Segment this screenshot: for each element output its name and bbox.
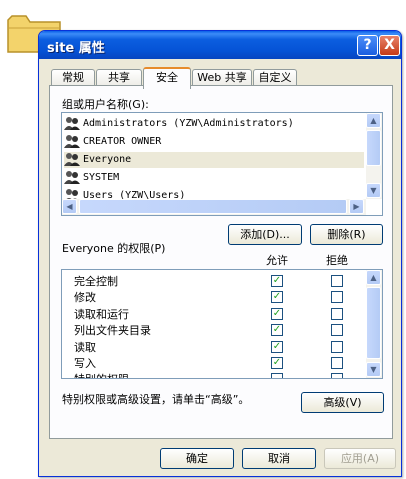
properties-dialog: site 属性 ? X 常规 共享 安全 Web 共享 自定义 组或用户名称(G… bbox=[38, 30, 402, 477]
list-item-label: CREATOR OWNER bbox=[83, 136, 162, 147]
remove-button[interactable]: 删除(R) bbox=[310, 224, 383, 245]
cancel-button[interactable]: 取消 bbox=[242, 448, 316, 469]
allow-checkbox[interactable]: ✓ bbox=[271, 308, 283, 320]
allow-checkbox[interactable] bbox=[271, 373, 283, 378]
scroll-right-arrow-icon[interactable]: ▶ bbox=[349, 199, 364, 214]
allow-checkbox[interactable]: ✓ bbox=[271, 291, 283, 303]
deny-checkbox[interactable] bbox=[331, 291, 343, 303]
permissions-scrollbar[interactable]: ▲ ▼ bbox=[366, 270, 382, 378]
scroll-down-arrow-icon[interactable]: ▼ bbox=[366, 362, 381, 377]
apply-button[interactable]: 应用(A) bbox=[324, 448, 396, 469]
ok-button[interactable]: 确定 bbox=[160, 448, 234, 469]
permissions-title: Everyone 的权限(P) bbox=[62, 242, 166, 255]
allow-checkbox[interactable]: ✓ bbox=[271, 357, 283, 369]
deny-checkbox[interactable] bbox=[331, 341, 343, 353]
users-horizontal-scrollbar[interactable]: ◀ ▶ bbox=[62, 199, 366, 215]
deny-header: 拒绝 bbox=[326, 254, 348, 267]
help-button[interactable]: ? bbox=[357, 35, 378, 56]
title-bar[interactable]: site 属性 ? X bbox=[39, 31, 401, 59]
permissions-list: 完全控制 修改 读取和运行 列出文件夹目录 读取 写入 特别的权限 ✓ ✓ ✓ … bbox=[61, 269, 383, 379]
allow-checkbox[interactable]: ✓ bbox=[271, 275, 283, 287]
deny-checkbox[interactable] bbox=[331, 275, 343, 287]
tab-security[interactable]: 安全 bbox=[143, 67, 191, 89]
scroll-left-arrow-icon[interactable]: ◀ bbox=[62, 199, 77, 214]
list-item-label: Everyone bbox=[83, 154, 132, 165]
user-group-icon bbox=[64, 135, 80, 148]
scroll-up-arrow-icon[interactable]: ▲ bbox=[366, 113, 381, 128]
scroll-thumb[interactable] bbox=[79, 199, 347, 214]
security-panel: 组或用户名称(G): Administrators (YZW\Administr… bbox=[49, 85, 393, 439]
allow-checkbox[interactable]: ✓ bbox=[271, 324, 283, 336]
list-item-selected[interactable]: Everyone bbox=[64, 152, 364, 168]
scroll-down-arrow-icon[interactable]: ▼ bbox=[366, 183, 381, 198]
window-title: site 属性 bbox=[47, 41, 105, 56]
advanced-hint: 特别权限或高级设置，请单击“高级”。 bbox=[62, 393, 250, 406]
list-item[interactable]: CREATOR OWNER bbox=[64, 134, 364, 150]
close-button[interactable]: X bbox=[379, 35, 400, 56]
permission-label: 读取 bbox=[74, 341, 96, 354]
permission-label: 写入 bbox=[74, 357, 96, 370]
users-vertical-scrollbar[interactable]: ▲ ▼ bbox=[366, 113, 382, 199]
list-item-label: SYSTEM bbox=[83, 172, 120, 183]
deny-checkbox[interactable] bbox=[331, 357, 343, 369]
allow-checkbox[interactable]: ✓ bbox=[271, 341, 283, 353]
scroll-up-arrow-icon[interactable]: ▲ bbox=[366, 270, 381, 285]
users-label: 组或用户名称(G): bbox=[62, 98, 149, 111]
user-group-icon bbox=[64, 153, 80, 166]
scroll-thumb[interactable] bbox=[366, 130, 381, 166]
list-item-label: Administrators (YZW\Administrators) bbox=[83, 118, 294, 129]
allow-header: 允许 bbox=[266, 254, 288, 267]
users-list[interactable]: Administrators (YZW\Administrators) CREA… bbox=[61, 112, 383, 216]
permission-label: 列出文件夹目录 bbox=[74, 324, 151, 337]
permission-label: 读取和运行 bbox=[74, 308, 129, 321]
permission-label: 特别的权限 bbox=[74, 371, 129, 378]
user-group-icon bbox=[64, 171, 80, 184]
scroll-thumb[interactable] bbox=[366, 287, 381, 359]
user-group-icon bbox=[64, 117, 80, 130]
deny-checkbox[interactable] bbox=[331, 324, 343, 336]
add-button[interactable]: 添加(D)... bbox=[228, 224, 302, 245]
list-item[interactable]: SYSTEM bbox=[64, 170, 364, 186]
deny-checkbox[interactable] bbox=[331, 308, 343, 320]
list-item[interactable]: Administrators (YZW\Administrators) bbox=[64, 116, 364, 132]
permission-label: 完全控制 bbox=[74, 275, 118, 288]
deny-checkbox[interactable] bbox=[331, 373, 343, 378]
advanced-button[interactable]: 高级(V) bbox=[301, 392, 384, 413]
permission-label: 修改 bbox=[74, 291, 96, 304]
